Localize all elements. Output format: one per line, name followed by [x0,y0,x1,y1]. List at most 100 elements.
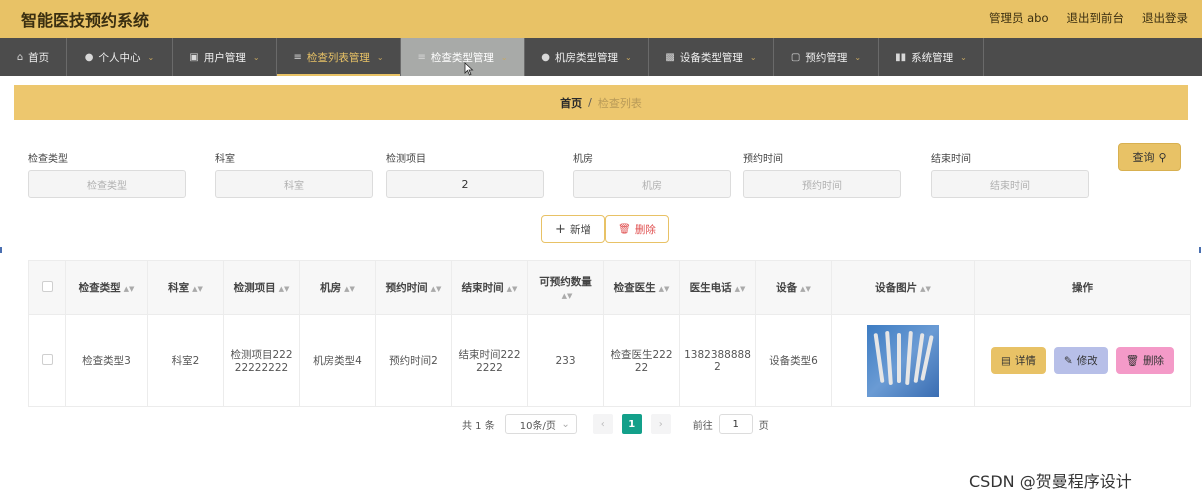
nav-item-room-type[interactable]: ● 机房类型管理 ⌄ [525,38,649,76]
nav-item-exam-list[interactable]: ≡ 检查列表管理 ⌄ [277,38,401,76]
query-button[interactable]: 查询 ⚲ [1118,143,1181,171]
chevron-down-icon: ⌄ [500,52,508,62]
field-exam-type: 检查类型 检查类型 [28,150,186,200]
nav-item-home[interactable]: ⌂ 首页 [0,38,67,76]
column-header[interactable]: 检查医生 ▲▼ [603,260,680,315]
cell-doctor: 检查医生22222 [603,314,680,407]
back-to-front-link[interactable]: 退出到前台 [1067,10,1125,26]
field-department: 科室 科室 [215,150,373,200]
header-actions: 管理员 abo 退出到前台 退出登录 [989,10,1188,26]
field-test-item: 检测项目 2 [386,150,544,200]
cell-available-count: 233 [527,314,604,407]
table-header-row: 检查类型 ▲▼ 科室 ▲▼ 检测项目 ▲▼ 机房 ▲▼ 预约时间 ▲▼ 结束时间 ▲▼ 可预… [28,260,1191,315]
trash-icon: 🗑 [618,223,631,235]
breadcrumb: 首页 / 检查列表 [14,85,1188,120]
list-icon: ≡ [417,51,426,63]
sort-icon: ▲▼ [123,285,135,293]
field-label: 科室 [215,154,235,165]
chevron-down-icon: ⌄ [147,52,155,62]
pagination: 共 1 条 10条/页 ⌄ ‹ 1 › 前往 1 页 [462,414,769,434]
page-number-button[interactable]: 1 [621,414,642,434]
column-header[interactable]: 检测项目 ▲▼ [223,260,300,315]
column-header[interactable]: 检查类型 ▲▼ [65,260,148,315]
nav-item-personal-center[interactable]: ● 个人中心 ⌄ [67,38,173,76]
column-header[interactable]: 设备 ▲▼ [755,260,832,315]
batch-delete-button[interactable]: 🗑 删除 [605,215,669,243]
cell-device: 设备类型6 [755,314,832,407]
add-button[interactable]: + 新增 [541,215,605,243]
appointment-time-input[interactable]: 预约时间 [743,170,901,198]
prev-page-button[interactable]: ‹ [592,414,613,434]
current-user: 管理员 abo [988,11,1049,25]
table-row: 检查类型3 科室2 检测项目22222222222 机房类型4 预约时间2 结束… [28,314,1191,407]
home-icon: ⌂ [16,51,24,63]
room-input[interactable]: 机房 [573,170,731,198]
cell-test-item: 检测项目22222222222 [223,314,300,407]
delete-button[interactable]: 🗑 删除 [1115,347,1175,374]
test-item-input[interactable]: 2 [386,170,544,198]
department-input[interactable]: 科室 [215,170,373,198]
column-header[interactable]: 可预约数量 ▲▼ [527,260,604,315]
add-button-label: 新增 [569,223,591,236]
list-icon: ≡ [293,51,302,63]
nav-item-device-type[interactable]: ▩ 设备类型管理 ⌄ [649,38,774,76]
edge-marker [0,247,2,253]
nav-item-label: 首页 [28,51,50,64]
badge-icon: ▣ [189,51,199,63]
plus-icon: + [555,221,566,237]
page-unit-label: 页 [758,420,769,432]
ticket-icon: ▩ [665,51,675,63]
exam-list-table: 检查类型 ▲▼ 科室 ▲▼ 检测项目 ▲▼ 机房 ▲▼ 预约时间 ▲▼ 结束时间 ▲▼ 可预… [28,260,1191,407]
detail-button[interactable]: ▤ 详情 [990,347,1046,374]
column-header[interactable]: 设备图片 ▲▼ [831,260,975,315]
exam-type-input[interactable]: 检查类型 [28,170,186,198]
select-all-checkbox-cell[interactable] [28,260,66,315]
delete-button-label: 删除 [634,223,656,236]
select-all-checkbox[interactable] [41,280,53,292]
breadcrumb-separator: / [588,96,592,109]
column-header[interactable]: 结束时间 ▲▼ [451,260,528,315]
nav-item-system[interactable]: ▮▮ 系统管理 ⌄ [879,38,984,76]
nav-item-appointment[interactable]: ▢ 预约管理 ⌄ [774,38,879,76]
column-header[interactable]: 机房 ▲▼ [299,260,376,315]
column-header[interactable]: 医生电话 ▲▼ [679,260,756,315]
cell-operations: ▤ 详情 ✎ 修改 🗑 删除 [974,314,1191,407]
trash-icon: 🗑 [1125,355,1140,367]
cell-end-time: 结束时间2222222 [451,314,528,407]
field-label: 检测项目 [386,154,426,165]
breadcrumb-home[interactable]: 首页 [560,95,582,111]
document-icon: ▤ [1000,354,1011,367]
nav-item-exam-type[interactable]: ≡ 检查类型管理 ⌄ [401,38,525,76]
end-time-input[interactable]: 结束时间 [931,170,1089,198]
search-icon: ⚲ [1158,150,1167,164]
field-room: 机房 机房 [573,150,731,200]
column-header[interactable]: 科室 ▲▼ [147,260,224,315]
logout-link[interactable]: 退出登录 [1142,10,1188,26]
user-icon: ● [84,51,94,63]
row-checkbox-cell[interactable] [28,314,66,407]
next-page-button[interactable]: › [650,414,671,434]
nav-item-label: 检查列表管理 [306,51,370,64]
nav-item-user-management[interactable]: ▣ 用户管理 ⌄ [173,38,277,76]
top-header: 智能医技预约系统 管理员 abo 退出到前台 退出登录 [0,0,1202,38]
chevron-down-icon: ⌄ [960,52,967,62]
field-label: 机房 [573,154,593,165]
goto-page-input[interactable]: 1 [718,414,753,434]
edit-icon: ✎ [1063,354,1073,367]
page-size-select[interactable]: 10条/页 ⌄ [504,414,577,434]
nav-item-label: 检查类型管理 [430,51,494,64]
query-button-label: 查询 [1132,151,1155,164]
row-checkbox[interactable] [41,353,53,365]
nav-item-label: 个人中心 [98,51,141,64]
nav-item-label: 预约管理 [805,51,848,64]
goto-label: 前往 [692,420,713,432]
sort-icon: ▲▼ [430,285,442,293]
user-icon: ● [541,51,551,63]
cell-device-image [831,314,975,407]
edit-button[interactable]: ✎ 修改 [1053,347,1108,374]
mouse-cursor-icon [464,62,474,76]
column-header[interactable]: 预约时间 ▲▼ [375,260,452,315]
cell-appointment-time: 预约时间2 [375,314,452,407]
device-image[interactable] [867,324,939,397]
cell-exam-type: 检查类型3 [65,314,148,407]
